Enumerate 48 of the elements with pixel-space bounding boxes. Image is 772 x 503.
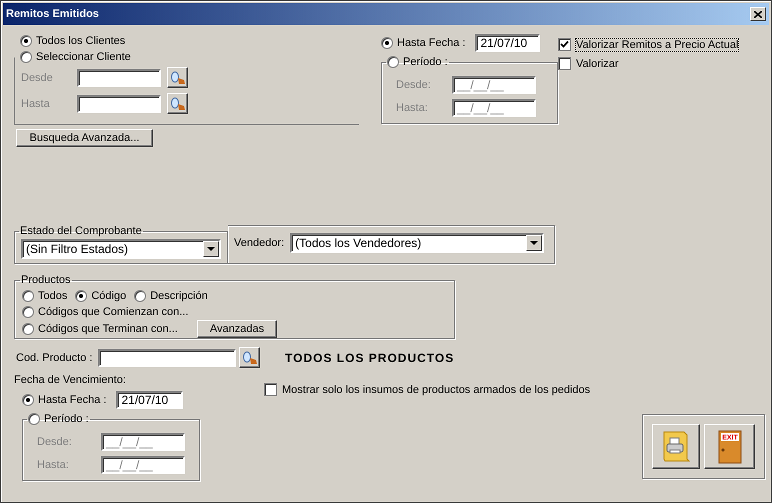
dropdown-arrow-icon (207, 246, 215, 252)
status-select[interactable]: (Sin Filtro Estados) (21, 239, 221, 259)
advanced-search-button[interactable]: Busqueda Avanzada... (16, 129, 153, 147)
radio-option[interactable]: Código (75, 288, 126, 304)
print-button[interactable] (652, 424, 700, 469)
lookup-button[interactable] (167, 67, 188, 88)
field-label: Desde: (396, 79, 432, 91)
close-icon (754, 10, 762, 18)
seller-select[interactable]: (Todos los Vendedores) (290, 233, 544, 253)
checkbox-label: Valorizar Remitos a Precio Actual (576, 38, 738, 50)
checkbox[interactable] (264, 383, 277, 396)
client-field[interactable] (77, 68, 161, 86)
checkbox-label: Valorizar (576, 58, 619, 70)
dropdown-arrow-icon (530, 240, 538, 246)
field-label: Cod. Producto : (16, 352, 94, 364)
checkbox[interactable] (558, 57, 571, 70)
advanced-button[interactable]: Avanzadas (197, 320, 277, 338)
field-label: Hasta (21, 98, 51, 110)
printer-icon (662, 430, 690, 462)
field-label: Vendedor: (234, 237, 284, 249)
product-filter-status: TODOS LOS PRODUCTOS (285, 350, 454, 364)
checkbox[interactable] (558, 38, 571, 51)
radio-option[interactable]: Códigos que Terminan con... (22, 321, 178, 337)
section-title: Fecha de Vencimiento: (14, 374, 126, 386)
radio-option[interactable]: Período : (387, 54, 448, 70)
product-code-field[interactable] (98, 348, 236, 366)
radio-option[interactable]: Todos (22, 288, 68, 304)
client-field[interactable] (77, 94, 161, 112)
field-label: Desde (21, 72, 54, 84)
date-field[interactable]: 21/07/10 (475, 34, 540, 52)
radio-option[interactable]: Hasta Fecha : (22, 392, 106, 408)
close-button[interactable] (750, 7, 766, 21)
radio-option[interactable]: Todos los Clientes (20, 33, 126, 49)
checkbox-label: Mostrar solo los insumos de productos armados de los pedidos (282, 384, 590, 396)
radio-option[interactable]: Códigos que Comienzan con... (22, 304, 188, 320)
lookup-button[interactable] (167, 93, 188, 114)
date-field[interactable]: 21/07/10 (116, 391, 184, 409)
group-title: Estado del Comprobante (19, 225, 143, 237)
radio-option[interactable]: Seleccionar Cliente (20, 49, 131, 65)
group-title: Productos (20, 274, 72, 286)
window-title: Remitos Emitidos (6, 8, 99, 20)
radio-option[interactable]: Hasta Fecha : (381, 35, 466, 51)
field-label: Hasta: (37, 459, 70, 471)
radio-option[interactable]: Descripción (134, 288, 208, 304)
radio-option[interactable]: Período : (28, 411, 89, 427)
lookup-button[interactable] (239, 347, 260, 368)
field-label: Hasta: (396, 102, 429, 114)
field-label: Desde: (37, 436, 73, 448)
